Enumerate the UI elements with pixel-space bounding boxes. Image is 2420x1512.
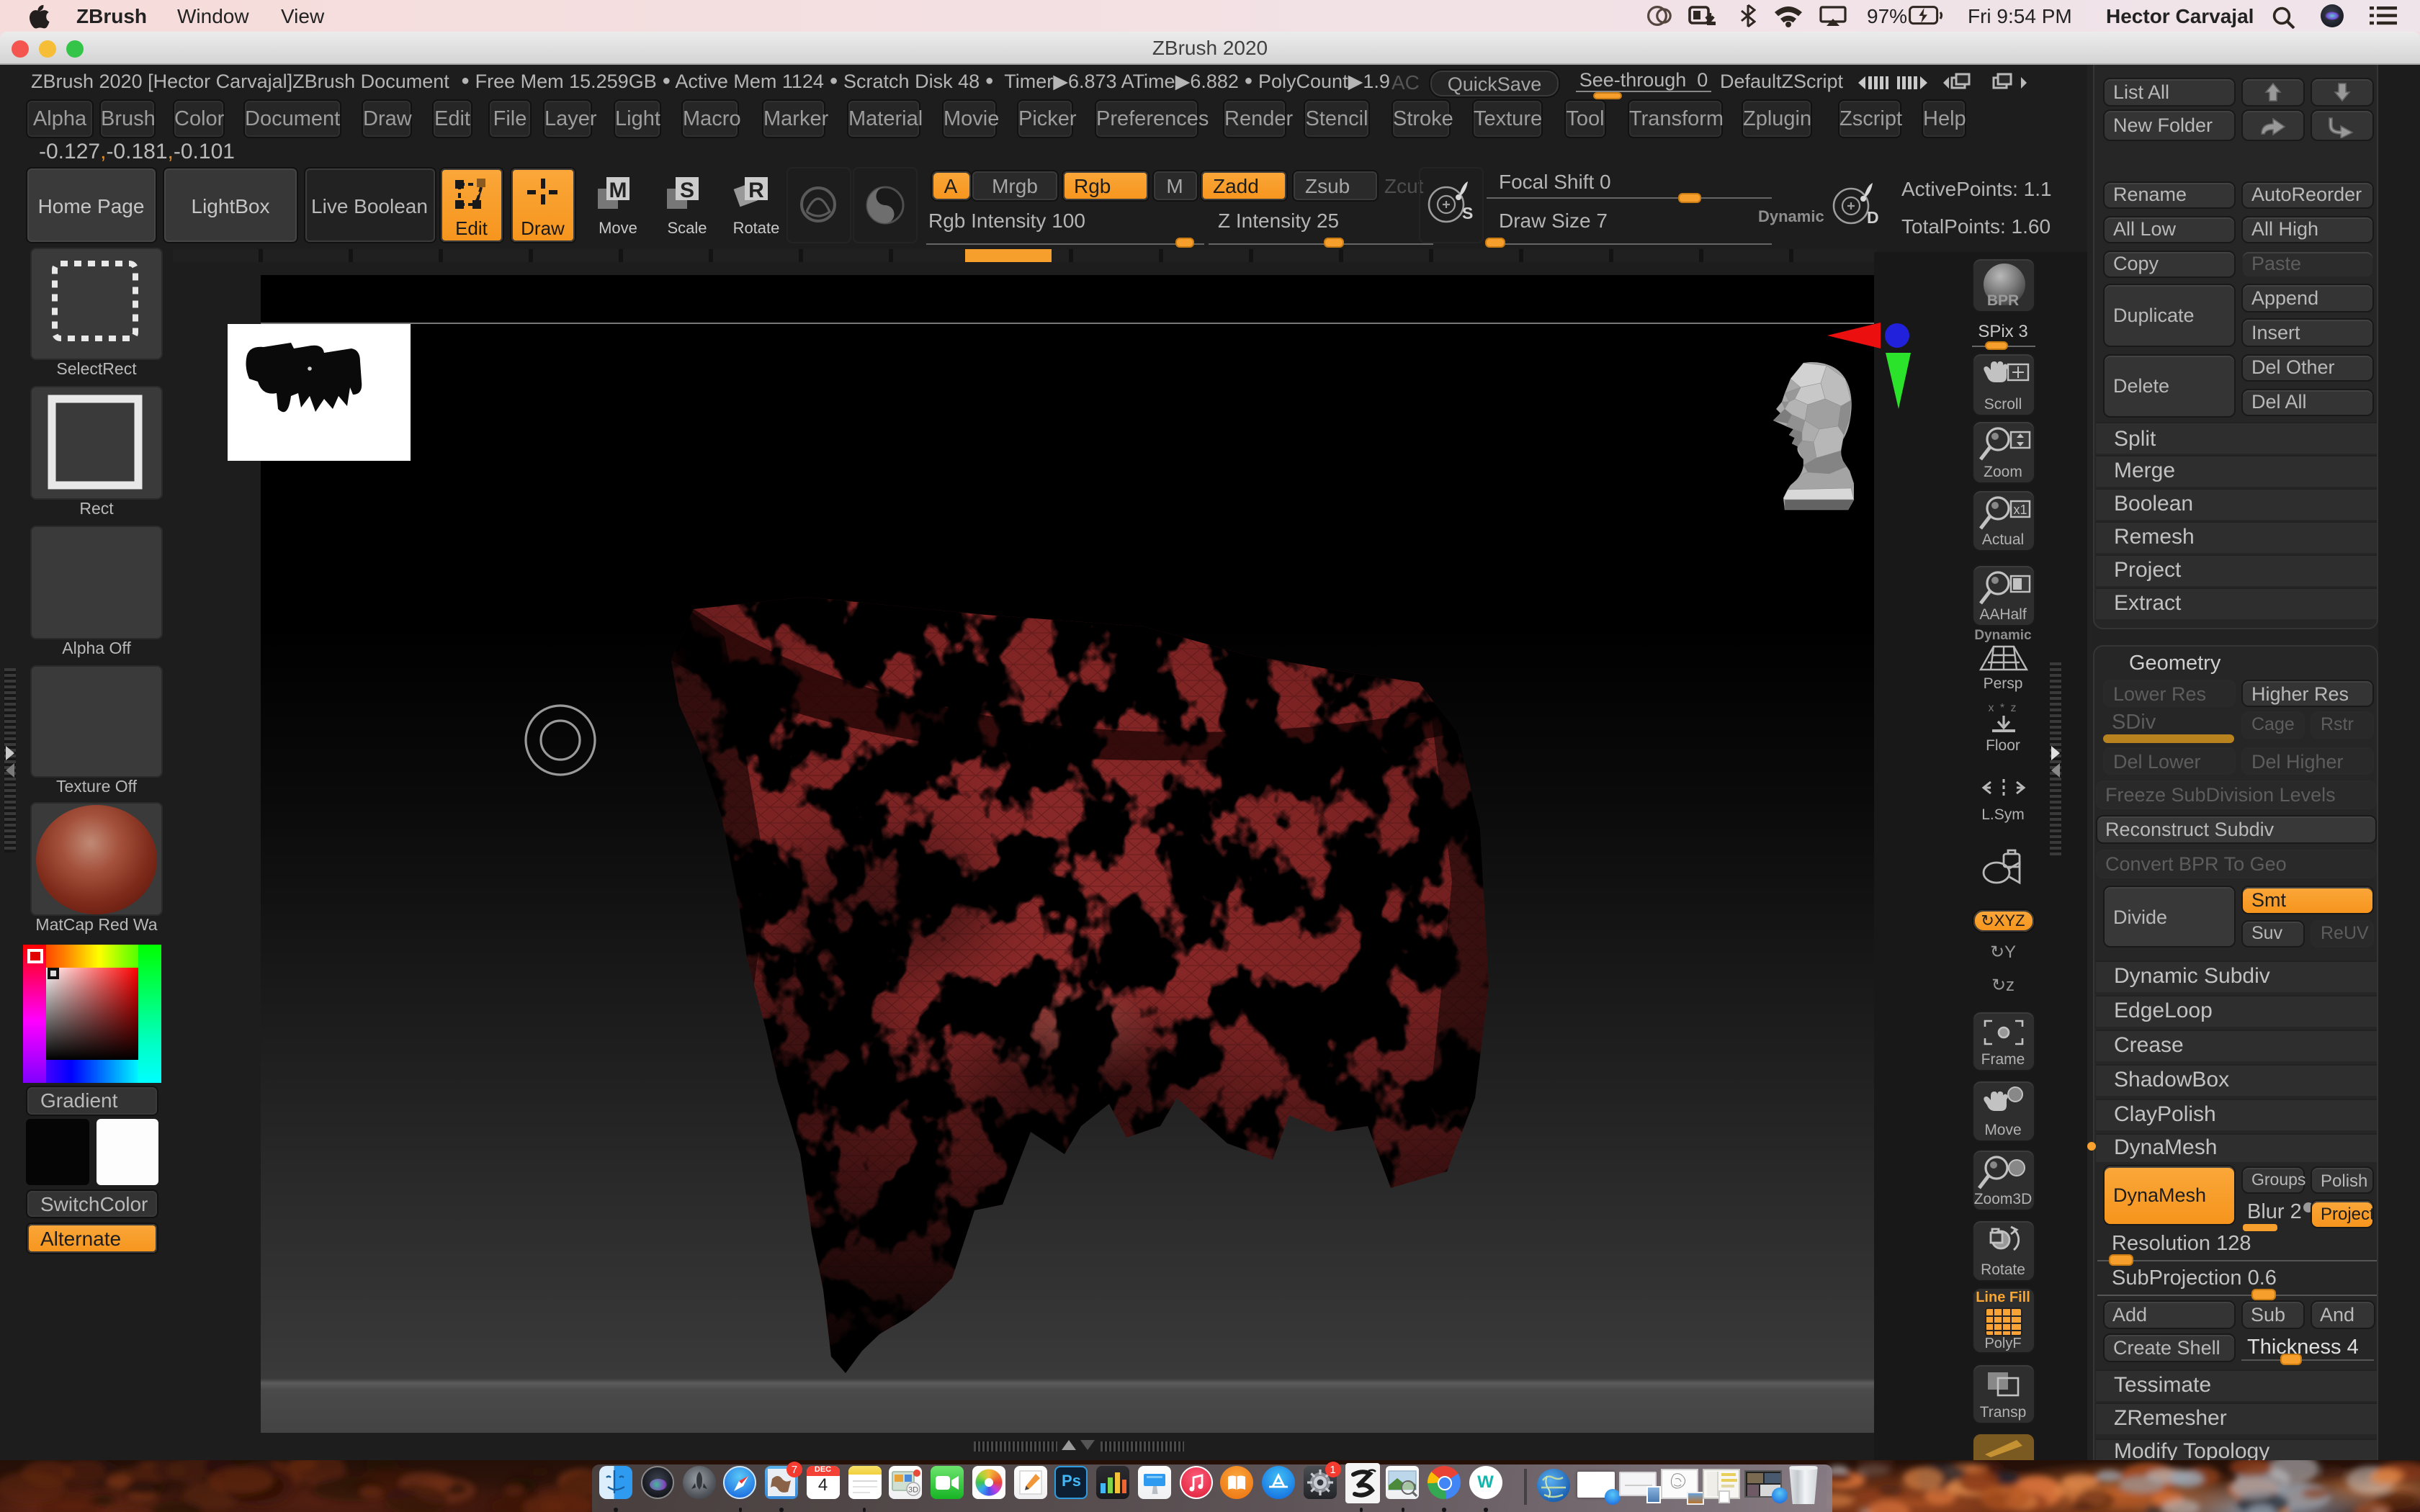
svg-text:S: S	[1461, 204, 1472, 222]
svg-text:D: D	[1867, 208, 1879, 227]
svg-text:S: S	[680, 179, 694, 202]
svg-text:3D: 3D	[908, 1485, 918, 1494]
svg-text:R: R	[748, 179, 764, 202]
svg-text:M: M	[609, 179, 627, 202]
svg-text:x1: x1	[2012, 503, 2026, 517]
